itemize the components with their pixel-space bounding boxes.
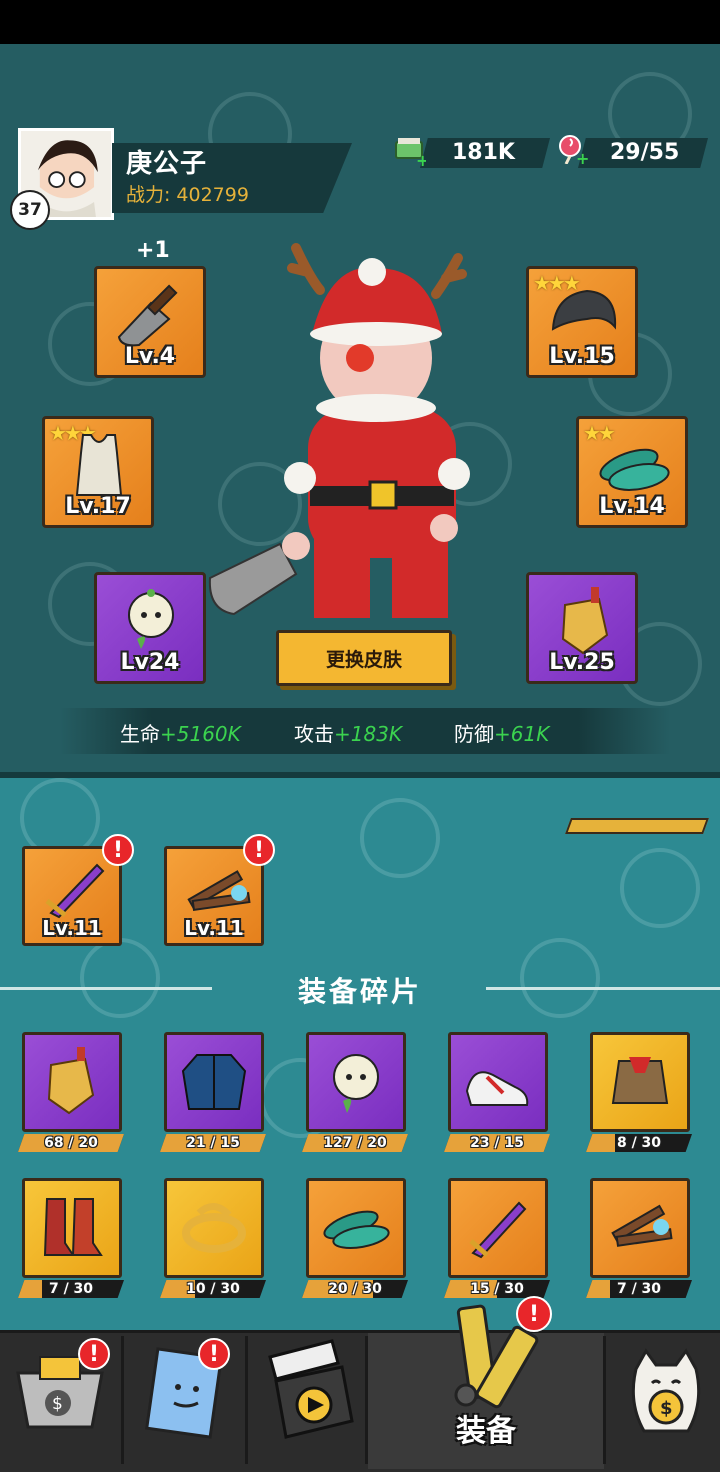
slot-head[interactable]: ★★★ Lv.15 (526, 266, 638, 378)
fragment-pet[interactable] (306, 1032, 406, 1132)
alert-icon: ! (243, 834, 275, 866)
inventory-item-sword-level: Lv.11 (42, 916, 102, 940)
purple-sword-icon (469, 1201, 527, 1259)
stat-defense-label: 防御 (454, 722, 494, 746)
fragment-ring[interactable] (164, 1178, 264, 1278)
lucky-cat-icon: $ (631, 1348, 701, 1433)
fragment-count-text: 10 / 30 (186, 1281, 240, 1297)
stamina-value: 29/55 (610, 140, 680, 165)
flipflops-icon (323, 1210, 390, 1249)
svg-text:+: + (416, 151, 426, 166)
fragment-count: 7 / 30 (586, 1280, 692, 1298)
nav-equipment-label: 装备 (456, 1414, 516, 1449)
fragment-jacket[interactable] (164, 1032, 264, 1132)
hair-helmet-icon (551, 289, 617, 331)
fragment-count: 21 / 15 (160, 1134, 266, 1152)
power-value: 402799 (176, 184, 249, 206)
cash-value: 181K (452, 140, 515, 165)
inventory-item-nunchaku-level: Lv.11 (184, 916, 244, 940)
slot-head-level: Lv.15 (549, 344, 615, 369)
fragments-title: 装备碎片 (297, 975, 422, 1008)
fragment-count-text: 7 / 30 (616, 1281, 662, 1297)
change-skin-button[interactable]: 更换皮肤 (276, 630, 452, 686)
status-bar (0, 0, 720, 44)
svg-text:+: + (576, 149, 588, 164)
fragment-count: 20 / 30 (302, 1280, 408, 1298)
nunchaku-icon (611, 1204, 673, 1247)
fragment-vest[interactable] (590, 1032, 690, 1132)
slot-weapon[interactable]: Lv.4 (94, 266, 206, 378)
slot-top[interactable]: ★★★ Lv.17 (42, 416, 154, 528)
nav-lucky-cat[interactable]: $ (606, 1333, 720, 1469)
fragment-count-text: 23 / 15 (470, 1135, 524, 1151)
lollipop-icon: + (559, 135, 588, 164)
fragment-count: 68 / 20 (18, 1134, 124, 1152)
fragment-count: 7 / 30 (18, 1280, 124, 1298)
fragment-count-text: 7 / 30 (48, 1281, 94, 1297)
amulet-icon (47, 1047, 95, 1115)
alert-icon: ! (516, 1296, 552, 1332)
fragment-count: 8 / 30 (586, 1134, 692, 1152)
alert-icon: ! (102, 834, 134, 866)
fragment-count: 10 / 30 (160, 1280, 266, 1298)
fragment-sneakers[interactable] (448, 1032, 548, 1132)
stat-attack-value: +183K (334, 722, 403, 746)
fragment-count-text: 127 / 20 (323, 1135, 387, 1151)
fragment-count-text: 20 / 30 (328, 1281, 382, 1297)
stat-attack: 攻击+183K (294, 718, 402, 747)
boots-icon (43, 1198, 103, 1256)
nav-video[interactable] (248, 1333, 366, 1469)
slot-accessory[interactable]: Lv.25 (526, 572, 638, 684)
tanktop-icon (75, 434, 123, 496)
fragment-count: 127 / 20 (302, 1134, 408, 1152)
fragment-amulet[interactable] (22, 1032, 122, 1132)
slot-top-level: Lv.17 (65, 494, 131, 519)
nunchaku-icon (187, 870, 251, 911)
stat-defense-value: +61K (494, 722, 550, 746)
sneakers-icon (465, 1071, 529, 1106)
fragment-count-text: 8 / 30 (616, 1135, 662, 1151)
power-label: 战力: (126, 184, 171, 206)
stat-hp-value: +5160K (160, 722, 241, 746)
fragment-boots[interactable] (22, 1178, 122, 1278)
player-level-badge: 37 (10, 190, 50, 230)
cleaver-icon (117, 284, 178, 347)
stat-defense: 防御+61K (454, 718, 549, 747)
cash-icon: + (395, 138, 426, 166)
player-name: 庚公子 (126, 149, 208, 179)
character-model[interactable] (200, 238, 480, 628)
alert-icon: ! (78, 1338, 110, 1370)
slot-accessory-level: Lv.25 (549, 650, 615, 675)
slot-weapon-level: Lv.4 (124, 344, 176, 369)
fragment-count: 23 / 15 (444, 1134, 550, 1152)
stat-hp: 生命+5160K (120, 718, 241, 747)
scroll-indicator (565, 818, 709, 834)
pet-icon (128, 589, 174, 649)
fragment-nunchaku[interactable] (590, 1178, 690, 1278)
fragment-count-text: 21 / 15 (186, 1135, 240, 1151)
stat-attack-label: 攻击 (294, 722, 334, 746)
fragment-flipflops[interactable] (306, 1178, 406, 1278)
svg-text:$: $ (660, 1398, 673, 1419)
alert-icon: ! (198, 1338, 230, 1370)
fragment-count-text: 68 / 20 (44, 1135, 98, 1151)
slot-pet[interactable]: Lv24 (94, 572, 206, 684)
ring-icon (182, 1203, 246, 1253)
flipflops-icon (599, 448, 670, 491)
purple-sword-icon (45, 863, 105, 919)
upgrade-plus-badge: +1 (136, 238, 170, 263)
jacket-icon (181, 1054, 247, 1110)
combat-power: 战力: 402799 (126, 180, 255, 207)
amulet-icon (561, 587, 609, 655)
pet-icon (333, 1054, 379, 1113)
slot-feet-level: Lv.14 (599, 494, 665, 519)
slot-feet[interactable]: ★★ Lv.14 (576, 416, 688, 528)
vest-icon (611, 1057, 669, 1104)
fragment-sword[interactable] (448, 1178, 548, 1278)
svg-text:$: $ (52, 1394, 63, 1414)
clapperboard-icon (268, 1339, 354, 1439)
stat-hp-label: 生命 (120, 722, 160, 746)
slot-pet-level: Lv24 (120, 650, 180, 675)
